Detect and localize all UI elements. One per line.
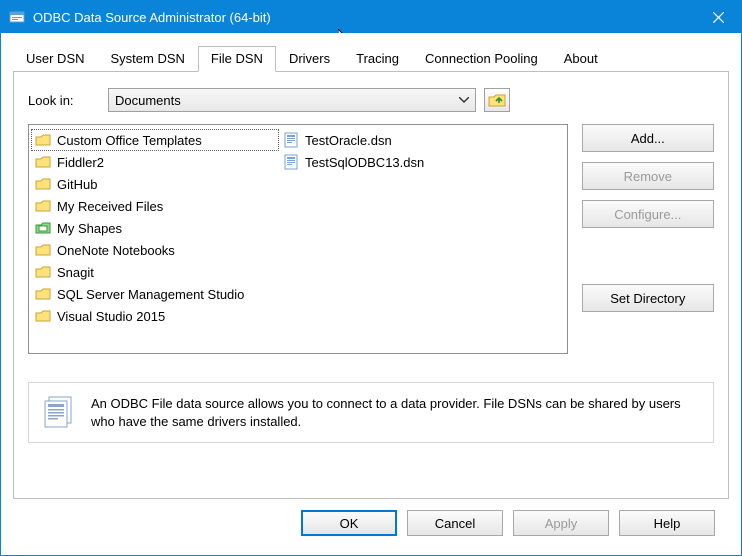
chevron-down-icon <box>459 97 469 103</box>
list-item-label: SQL Server Management Studio <box>57 287 244 302</box>
tab-about[interactable]: About <box>551 46 611 71</box>
folder-up-icon <box>488 92 506 108</box>
list-item[interactable]: OneNote Notebooks <box>31 239 279 261</box>
tab-tracing[interactable]: Tracing <box>343 46 412 71</box>
lookin-row: Look in: Documents <box>28 88 714 112</box>
titlebar: ODBC Data Source Administrator (64-bit) <box>1 1 741 33</box>
list-item[interactable]: SQL Server Management Studio <box>31 283 279 305</box>
set-directory-button[interactable]: Set Directory <box>582 284 714 312</box>
list-item[interactable]: GitHub <box>31 173 279 195</box>
up-folder-button[interactable] <box>484 88 510 112</box>
add-button[interactable]: Add... <box>582 124 714 152</box>
list-item-label: Visual Studio 2015 <box>57 309 165 324</box>
dsn-file-icon <box>283 132 299 148</box>
folder-green-icon <box>35 221 51 235</box>
client-area: User DSN System DSN File DSN Drivers Tra… <box>1 33 741 555</box>
tab-user-dsn[interactable]: User DSN <box>13 46 98 71</box>
folder-icon <box>35 133 51 147</box>
description-box: An ODBC File data source allows you to c… <box>28 382 714 443</box>
close-button[interactable] <box>695 1 741 33</box>
list-item[interactable]: TestOracle.dsn <box>279 129 539 151</box>
folder-icon <box>35 309 51 323</box>
list-item[interactable]: My Received Files <box>31 195 279 217</box>
list-item-label: My Shapes <box>57 221 122 236</box>
help-button[interactable]: Help <box>619 510 715 536</box>
list-item[interactable]: Custom Office Templates <box>31 129 279 151</box>
tab-strip: User DSN System DSN File DSN Drivers Tra… <box>13 45 729 71</box>
bottom-bar: OK Cancel Apply Help <box>13 499 729 547</box>
side-buttons: Add... Remove Configure... Set Directory <box>582 124 714 354</box>
window: ODBC Data Source Administrator (64-bit) … <box>0 0 742 556</box>
folder-icon <box>35 177 51 191</box>
folder-icon <box>35 265 51 279</box>
dsn-file-icon <box>283 154 299 170</box>
tab-connection-pooling[interactable]: Connection Pooling <box>412 46 551 71</box>
tab-drivers[interactable]: Drivers <box>276 46 343 71</box>
configure-button[interactable]: Configure... <box>582 200 714 228</box>
lookin-value: Documents <box>115 93 181 108</box>
folder-icon <box>35 243 51 257</box>
ok-button[interactable]: OK <box>301 510 397 536</box>
tab-file-dsn[interactable]: File DSN <box>198 46 276 72</box>
apply-button[interactable]: Apply <box>513 510 609 536</box>
list-item-label: My Received Files <box>57 199 163 214</box>
list-item-label: OneNote Notebooks <box>57 243 175 258</box>
lookin-dropdown[interactable]: Documents <box>108 88 476 112</box>
list-item-label: Snagit <box>57 265 94 280</box>
description-text: An ODBC File data source allows you to c… <box>91 395 701 430</box>
list-item[interactable]: Snagit <box>31 261 279 283</box>
list-item-label: TestSqlODBC13.dsn <box>305 155 424 170</box>
list-item[interactable]: Fiddler2 <box>31 151 279 173</box>
list-item[interactable]: TestSqlODBC13.dsn <box>279 151 539 173</box>
list-item[interactable]: My Shapes <box>31 217 279 239</box>
lookin-label: Look in: <box>28 93 100 108</box>
remove-button[interactable]: Remove <box>582 162 714 190</box>
mid-area: Custom Office Templates Fiddler2 GitHub <box>28 124 714 354</box>
list-item[interactable]: Visual Studio 2015 <box>31 305 279 327</box>
file-list-col1: Custom Office Templates Fiddler2 GitHub <box>31 129 279 349</box>
list-item-label: TestOracle.dsn <box>305 133 392 148</box>
list-item-label: Custom Office Templates <box>57 133 202 148</box>
list-item-label: Fiddler2 <box>57 155 104 170</box>
tab-system-dsn[interactable]: System DSN <box>98 46 198 71</box>
window-title: ODBC Data Source Administrator (64-bit) <box>33 10 695 25</box>
tab-panel: Look in: Documents <box>13 71 729 499</box>
file-list-col2: TestOracle.dsn TestSqlODBC13.dsn <box>279 129 539 349</box>
cancel-button[interactable]: Cancel <box>407 510 503 536</box>
folder-icon <box>35 287 51 301</box>
app-icon <box>9 9 25 25</box>
list-item-label: GitHub <box>57 177 97 192</box>
folder-icon <box>35 199 51 213</box>
file-list[interactable]: Custom Office Templates Fiddler2 GitHub <box>28 124 568 354</box>
close-icon <box>713 12 724 23</box>
description-icon <box>43 395 77 429</box>
folder-icon <box>35 155 51 169</box>
